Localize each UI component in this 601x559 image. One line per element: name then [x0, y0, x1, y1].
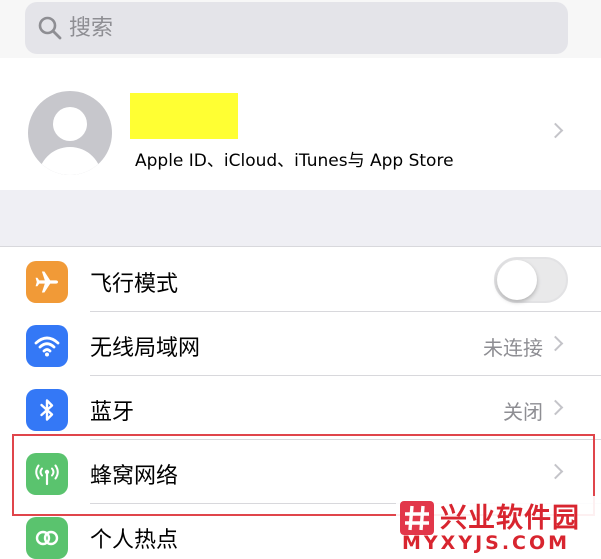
watermark-title: 兴业软件园 — [440, 503, 580, 534]
hash-logo-icon — [400, 501, 434, 535]
search-input[interactable] — [69, 15, 469, 41]
divider — [0, 246, 601, 247]
chevron-right-icon — [547, 399, 564, 416]
wifi-status: 未连接 — [483, 336, 543, 360]
row-label: 飞行模式 — [90, 272, 179, 297]
airplane-icon — [26, 261, 68, 303]
row-label: 蓝牙 — [90, 400, 135, 425]
airplane-mode-toggle[interactable] — [494, 257, 568, 303]
bluetooth-status: 关闭 — [503, 400, 543, 424]
avatar — [28, 91, 112, 175]
personal-hotspot-icon — [26, 517, 68, 559]
watermark-url: MYXYJS.COM — [402, 532, 571, 554]
search-area — [0, 0, 601, 58]
settings-row-airplane-mode[interactable]: 飞行模式 — [0, 248, 601, 312]
bluetooth-icon — [26, 389, 68, 431]
avatar-head — [53, 107, 87, 141]
settings-row-wifi[interactable]: 无线局域网 未连接 — [0, 312, 601, 376]
toggle-knob — [497, 260, 537, 300]
redacted-name — [130, 93, 238, 139]
wifi-icon — [26, 325, 68, 367]
search-bar[interactable] — [25, 2, 568, 54]
chevron-right-icon — [547, 122, 564, 139]
settings-row-bluetooth[interactable]: 蓝牙 关闭 — [0, 376, 601, 440]
avatar-body — [38, 147, 102, 175]
settings-row-cellular[interactable]: 蜂窝网络 — [0, 440, 601, 504]
watermark: 兴业软件园 MYXYJS.COM — [396, 496, 601, 559]
chevron-right-icon — [547, 335, 564, 352]
search-icon — [38, 16, 62, 40]
chevron-right-icon — [547, 463, 564, 480]
apple-id-profile-row[interactable]: Apple ID、iCloud、iTunes与 App Store — [0, 58, 601, 190]
row-label: 个人热点 — [90, 528, 179, 553]
cellular-antenna-icon — [26, 453, 68, 495]
row-label: 无线局域网 — [90, 336, 201, 361]
row-label: 蜂窝网络 — [90, 464, 179, 489]
profile-subtitle: Apple ID、iCloud、iTunes与 App Store — [135, 151, 454, 171]
